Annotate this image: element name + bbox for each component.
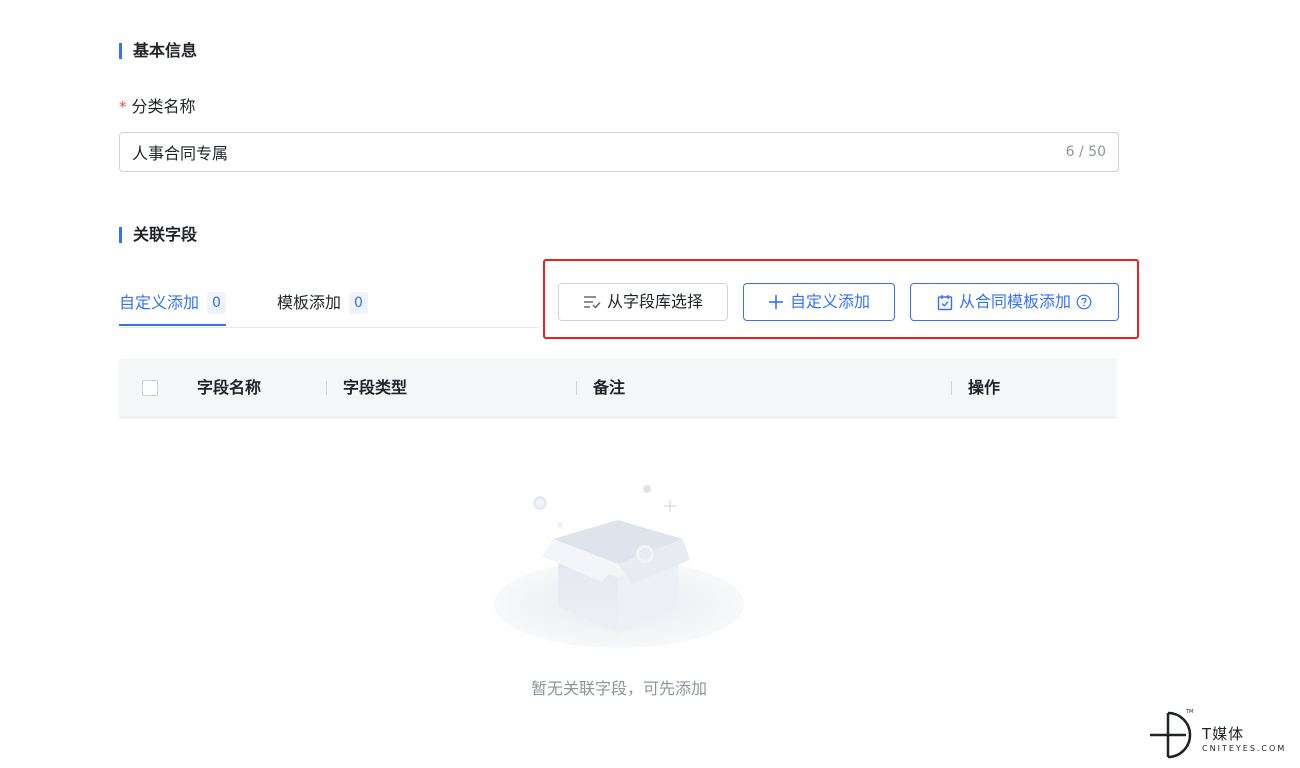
column-divider — [326, 381, 327, 395]
input-char-count: 6 / 50 — [1065, 144, 1106, 160]
related-fields-title-text: 关联字段 — [133, 225, 198, 244]
section-title-accent-bar — [119, 227, 122, 243]
column-header-actions: 操作 — [968, 378, 1001, 397]
empty-state-text: 暂无关联字段，可先添加 — [530, 679, 707, 698]
t-media-watermark: TM T媒体 CNITEYES.COM — [1148, 707, 1298, 763]
category-name-label: * 分类名称 — [119, 96, 196, 118]
column-header-field-name: 字段名称 — [197, 378, 262, 397]
highlight-annotation-box — [543, 259, 1139, 339]
column-divider — [576, 381, 577, 395]
watermark-title: T媒体 — [1202, 725, 1245, 743]
column-header-remark: 备注 — [593, 378, 626, 397]
category-name-input-wrapper[interactable]: 6 / 50 — [119, 132, 1119, 172]
watermark-tm: TM — [1186, 709, 1194, 715]
category-name-label-text: 分类名称 — [131, 97, 196, 116]
empty-box-illustration — [494, 485, 744, 648]
related-fields-section-title: 关联字段 — [119, 225, 197, 245]
tab-custom-add-count: 0 — [207, 292, 226, 314]
tab-template-add[interactable]: 模板添加 0 — [277, 284, 368, 326]
tab-custom-add-label: 自定义添加 — [119, 293, 200, 312]
category-name-input[interactable] — [132, 133, 1032, 171]
fields-table-header: 字段名称 字段类型 备注 操作 — [119, 359, 1117, 418]
column-divider — [951, 381, 952, 395]
section-title-accent-bar — [119, 43, 122, 59]
t-media-logo-icon — [1150, 711, 1192, 759]
column-header-field-type: 字段类型 — [343, 378, 408, 397]
tab-custom-add[interactable]: 自定义添加 0 — [119, 284, 226, 326]
basic-info-title-text: 基本信息 — [133, 41, 198, 60]
select-all-checkbox[interactable] — [142, 380, 158, 396]
required-mark: * — [119, 98, 127, 116]
watermark-subtitle: CNITEYES.COM — [1202, 744, 1287, 753]
tab-template-add-count: 0 — [349, 292, 368, 314]
basic-info-section-title: 基本信息 — [119, 41, 197, 61]
tab-template-add-label: 模板添加 — [277, 293, 342, 312]
field-tabs: 自定义添加 0 模板添加 0 — [119, 284, 539, 328]
